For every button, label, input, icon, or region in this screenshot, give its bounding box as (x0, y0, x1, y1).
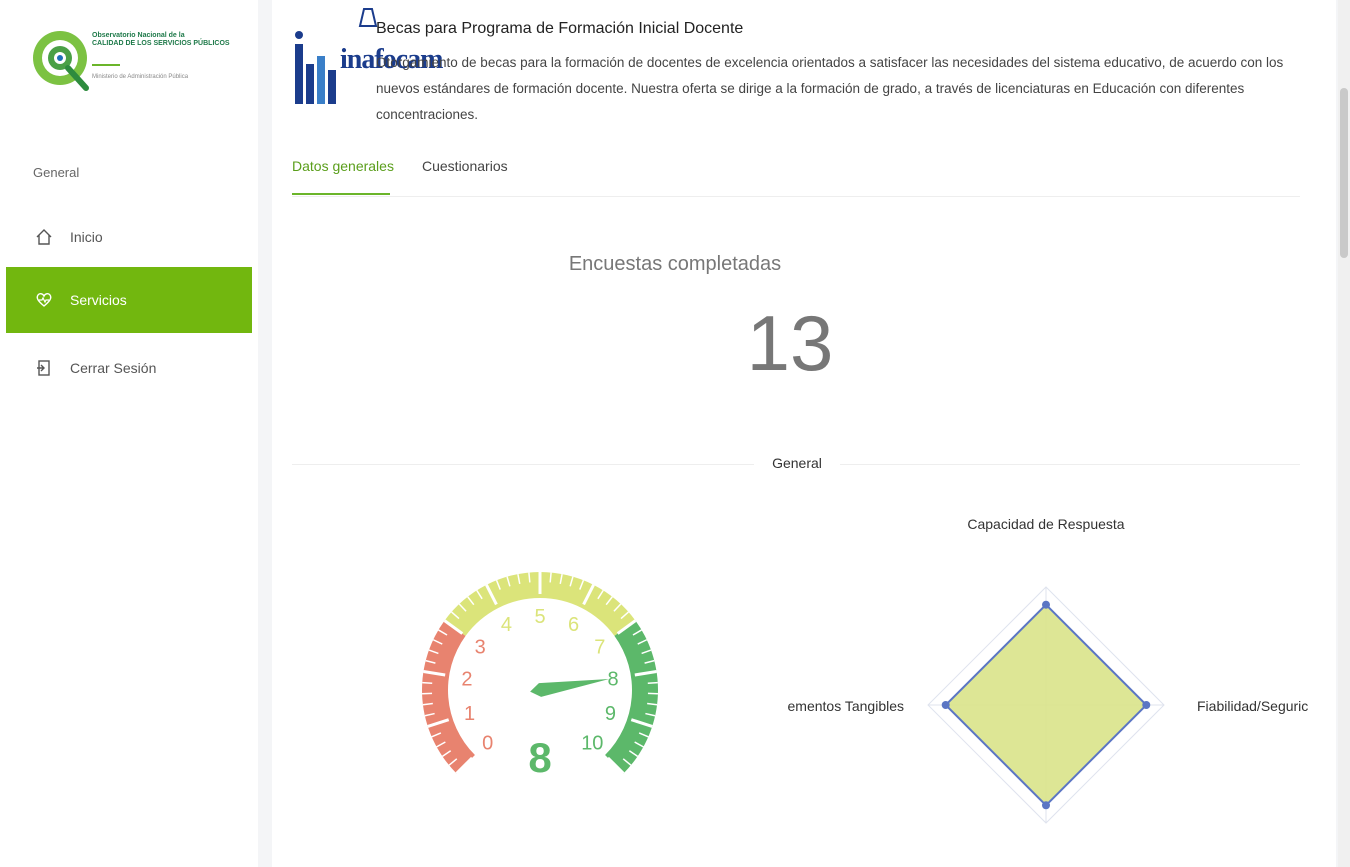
scrollbar-thumb[interactable] (1340, 88, 1348, 258)
radar-series-area (944, 603, 1148, 807)
gauge-tick-label: 7 (594, 637, 605, 659)
gauge-tick-label: 10 (581, 732, 603, 754)
active-tab-indicator (292, 193, 390, 195)
gauge-tick-label: 2 (461, 668, 472, 690)
kpi-label: Encuestas completadas (568, 253, 782, 275)
gauge-tick-label: 6 (568, 614, 579, 636)
logo-title: Observatorio Nacional de la CALIDAD DE LO… (92, 32, 230, 47)
radar-axis-label: Capacidad de Respuesta (967, 516, 1124, 532)
radar-axis-label: Fiabilidad/Seguric (1197, 698, 1308, 714)
gauge-tick-label: 8 (608, 668, 619, 690)
logo-subtitle: Ministerio de Administración Pública (92, 74, 189, 80)
gauge-tick-label: 3 (475, 637, 486, 659)
logo-divider (92, 64, 120, 66)
radar-point (1042, 801, 1050, 810)
section-divider-right (840, 464, 1300, 465)
radar-point (941, 701, 950, 709)
home-icon (34, 227, 54, 247)
service-description: Otorgamiento de becas para la formación … (376, 55, 1284, 122)
service-title: Becas para Programa de Formación Inicial… (376, 20, 744, 37)
sidebar: Observatorio Nacional de la CALIDAD DE LO… (0, 0, 258, 867)
tab-datos-generales[interactable]: Datos generales (292, 158, 394, 174)
radar-point (1142, 701, 1151, 709)
nav-section-label: General (33, 165, 80, 180)
gauge-tick-label: 9 (605, 703, 616, 725)
gauge-chart: 01234 5 6789108 (422, 572, 658, 781)
gauge-tick-label: 5 (534, 606, 545, 628)
gauge-tick-label: 0 (482, 732, 493, 754)
sidebar-item-label: Inicio (70, 229, 103, 245)
gauge-tick (549, 572, 552, 583)
section-divider-left (292, 464, 754, 465)
gauge-band-2 (605, 620, 658, 774)
observatorio-logo[interactable]: Observatorio Nacional de la CALIDAD DE LO… (30, 22, 230, 104)
gauge-tick-label: 4 (501, 614, 512, 636)
tab-bar: Datos generales Cuestionarios (292, 152, 1300, 197)
gauge-tick (422, 681, 433, 684)
radar-chart: Capacidad de Respuesta Fiabilidad/Seguric… (788, 516, 1308, 824)
tab-cuestionarios[interactable]: Cuestionarios (422, 158, 508, 174)
gauge-tick-label: 1 (464, 703, 475, 725)
gauge-band-0 (422, 620, 475, 774)
section-label: General (772, 455, 822, 471)
gauge-tick (528, 572, 531, 583)
kpi-value: 13 (746, 299, 834, 387)
radar-point (1042, 600, 1050, 609)
observatorio-logo-icon (33, 31, 89, 91)
gauge-center-value: 8 (528, 734, 551, 781)
radar-axis-label: ementos Tangibles (788, 698, 904, 714)
gauge-tick (647, 681, 658, 684)
gauge-needle (530, 679, 610, 697)
